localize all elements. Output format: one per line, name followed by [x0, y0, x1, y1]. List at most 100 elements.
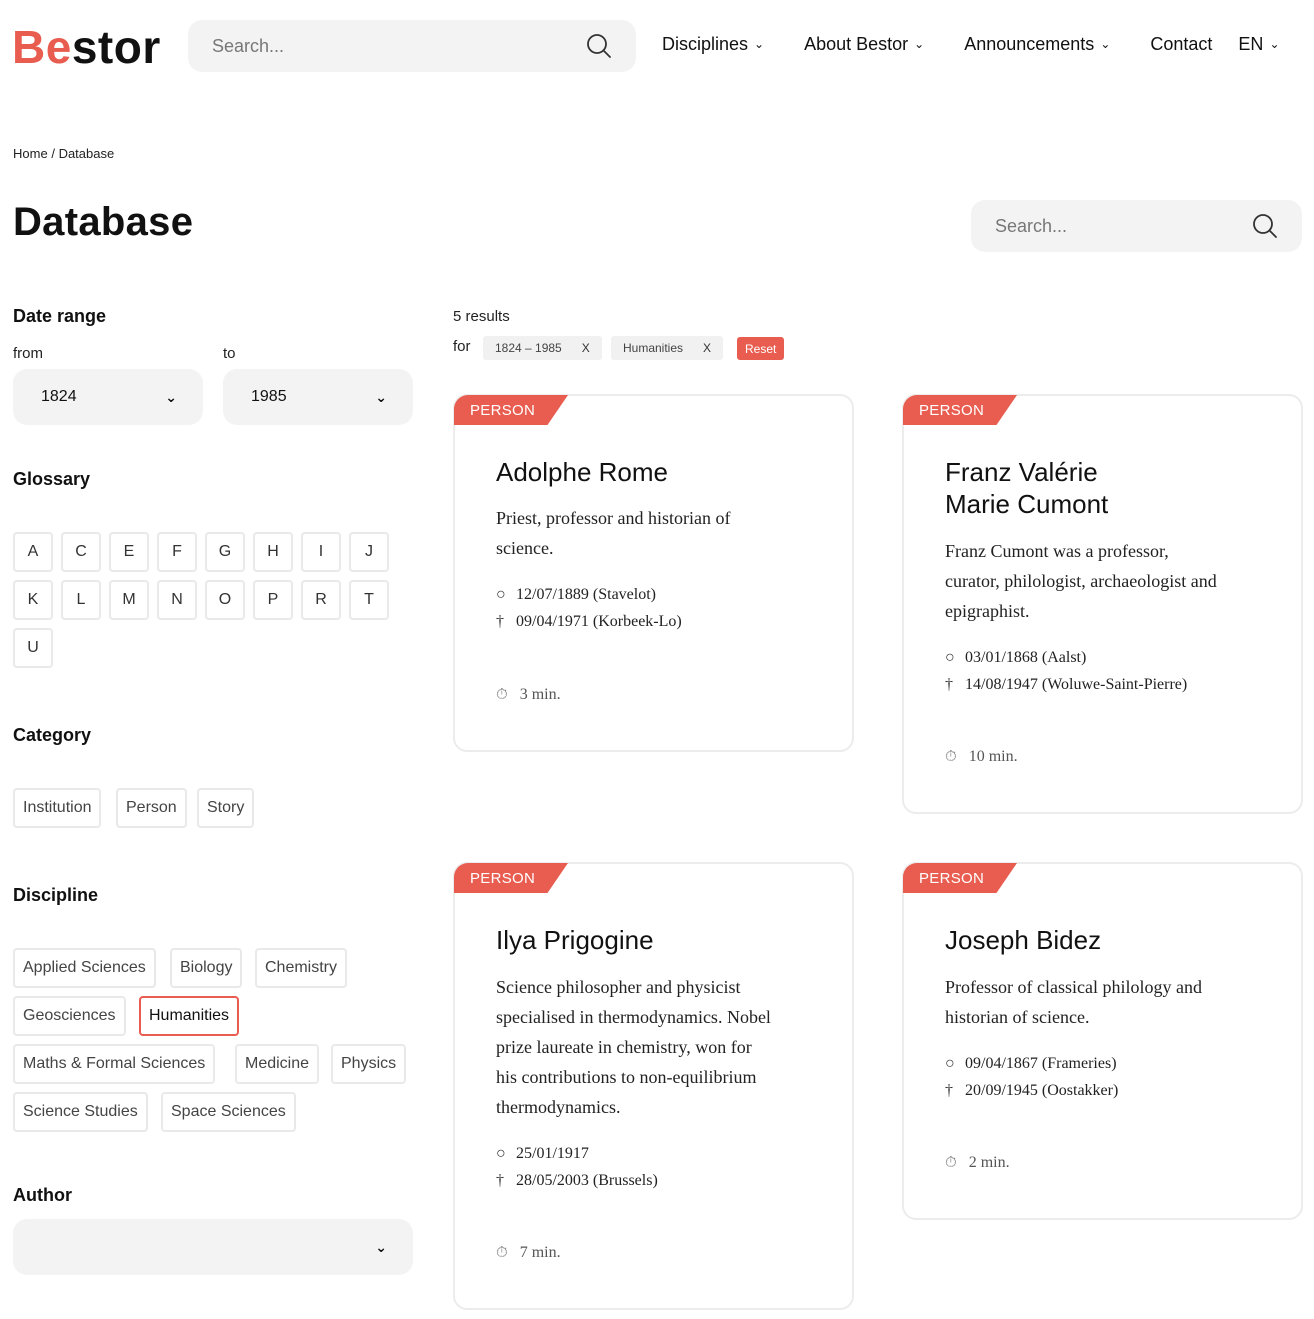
card-read-time: ⏱ 10 min.	[945, 748, 1018, 766]
stopwatch-icon: ⏱	[945, 1155, 957, 1171]
chevron-down-icon: ⌄	[754, 36, 765, 51]
chevron-down-icon: ⌄	[1100, 36, 1111, 51]
nav-disciplines[interactable]: Disciplines ⌄	[662, 34, 764, 55]
birth-date: 09/04/1867 (Frameries)	[965, 1055, 1117, 1072]
main-nav: Disciplines ⌄ About Bestor ⌄ Announcements…	[662, 34, 1280, 55]
card-life-dates: ○ 25/01/1917 † 28/05/2003 (Brussels)	[496, 1140, 658, 1194]
card-title[interactable]: Ilya Prigogine	[496, 924, 654, 956]
discipline-chip-physics[interactable]: Physics	[331, 1044, 407, 1084]
reset-filters-button[interactable]: Reset	[737, 337, 785, 360]
breadcrumb-current: Database	[58, 146, 115, 161]
result-card-joseph-bidez[interactable]: PERSON Joseph Bidez Professor of classic…	[902, 862, 1303, 1220]
discipline-chip-maths-formal-sciences[interactable]: Maths & Formal Sciences	[13, 1044, 216, 1084]
glossary-letter[interactable]: C	[61, 532, 101, 572]
card-description-line: curator, philologist, archaeologist and	[945, 571, 1217, 591]
discipline-chip-applied-sciences[interactable]: Applied Sciences	[13, 948, 156, 988]
active-filter-discipline-label: Humanities	[623, 341, 684, 355]
glossary-letter[interactable]: N	[157, 580, 197, 620]
language-selector[interactable]: EN ⌄	[1238, 34, 1279, 55]
card-type-badge: PERSON	[454, 863, 568, 893]
death-icon: †	[496, 613, 504, 630]
glossary-letter[interactable]: P	[253, 580, 293, 620]
header-search-input[interactable]	[212, 35, 586, 57]
glossary-letter[interactable]: F	[157, 532, 197, 572]
card-description: Priest, professor and historian of scien…	[496, 503, 730, 563]
bestor-logo[interactable]: Bestor	[12, 22, 161, 72]
discipline-chip-space-sciences[interactable]: Space Sciences	[161, 1092, 296, 1132]
category-chip-institution[interactable]: Institution	[13, 788, 102, 828]
active-filter-discipline: Humanities X	[611, 336, 724, 360]
search-icon[interactable]	[1252, 213, 1278, 239]
category-title: Category	[13, 725, 92, 745]
read-time-value: 2 min.	[968, 1154, 1010, 1171]
card-type-badge: PERSON	[903, 395, 1017, 425]
death-date: 14/08/1947 (Woluwe-Saint-Pierre)	[965, 676, 1188, 693]
glossary-letter[interactable]: J	[349, 532, 389, 572]
glossary-letter[interactable]: E	[109, 532, 149, 572]
card-description-line: Science philosopher and physicist	[496, 977, 741, 997]
card-description: Professor of classical philology and his…	[945, 972, 1202, 1032]
read-time-value: 3 min.	[519, 686, 561, 703]
chevron-down-icon: ⌄	[165, 388, 177, 405]
header-search	[188, 20, 636, 72]
page-title: Database	[13, 200, 194, 244]
stopwatch-icon: ⏱	[945, 749, 957, 765]
discipline-chip-chemistry[interactable]: Chemistry	[255, 948, 348, 988]
card-description-line: science.	[496, 538, 554, 558]
from-year-select[interactable]: 1824 ⌄	[13, 369, 203, 425]
glossary-letter[interactable]: G	[205, 532, 245, 572]
glossary-letter[interactable]: O	[205, 580, 245, 620]
glossary-letter[interactable]: M	[109, 580, 149, 620]
author-select[interactable]: ⌄	[13, 1219, 413, 1275]
breadcrumb-home[interactable]: Home	[13, 146, 48, 161]
glossary-letter[interactable]: R	[301, 580, 341, 620]
results-count: 5 results	[453, 308, 510, 325]
result-card-franz-cumont[interactable]: PERSON Franz Valérie Marie Cumont Franz …	[902, 394, 1303, 814]
nav-disciplines-label: Disciplines	[662, 34, 749, 54]
stopwatch-icon: ⏱	[496, 1245, 508, 1261]
card-title[interactable]: Adolphe Rome	[496, 456, 668, 488]
result-card-adolphe-rome[interactable]: PERSON Adolphe Rome Priest, professor an…	[453, 394, 854, 752]
birth-icon: ○	[945, 649, 955, 666]
nav-announcements[interactable]: Announcements ⌄	[964, 34, 1110, 55]
chevron-down-icon: ⌄	[1269, 36, 1280, 51]
breadcrumb: Home / Database	[13, 146, 114, 161]
card-type-badge: PERSON	[903, 863, 1017, 893]
discipline-chip-geosciences[interactable]: Geosciences	[13, 996, 126, 1036]
database-search-input[interactable]	[995, 215, 1252, 237]
glossary-letter[interactable]: K	[13, 580, 53, 620]
card-read-time: ⏱ 3 min.	[496, 686, 561, 704]
glossary-letter[interactable]: H	[253, 532, 293, 572]
card-read-time: ⏱ 7 min.	[496, 1244, 561, 1262]
logo-rest: stor	[71, 21, 161, 73]
nav-about[interactable]: About Bestor ⌄	[804, 34, 924, 55]
discipline-chip-humanities[interactable]: Humanities	[139, 996, 240, 1036]
category-chip-person[interactable]: Person	[116, 788, 187, 828]
card-life-dates: ○ 12/07/1889 (Stavelot) † 09/04/1971 (Korb…	[496, 581, 682, 635]
card-description-line: his contributions to non-equilibrium	[496, 1067, 757, 1087]
to-year-select[interactable]: 1985 ⌄	[223, 369, 413, 425]
nav-contact[interactable]: Contact	[1150, 34, 1212, 55]
glossary-letter[interactable]: U	[13, 628, 53, 668]
chevron-down-icon: ⌄	[375, 1238, 387, 1255]
language-label: EN	[1238, 34, 1264, 54]
remove-filter-button[interactable]: X	[582, 341, 590, 355]
card-title[interactable]: Franz Valérie Marie Cumont	[945, 456, 1108, 520]
discipline-chip-biology[interactable]: Biology	[170, 948, 243, 988]
result-card-ilya-prigogine[interactable]: PERSON Ilya Prigogine Science philosophe…	[453, 862, 854, 1310]
card-title[interactable]: Joseph Bidez	[945, 924, 1101, 956]
glossary-letter[interactable]: A	[13, 532, 53, 572]
discipline-chip-science-studies[interactable]: Science Studies	[13, 1092, 148, 1132]
discipline-chip-medicine[interactable]: Medicine	[235, 1044, 320, 1084]
glossary-letter[interactable]: L	[61, 580, 101, 620]
card-title-line: Ilya Prigogine	[496, 925, 654, 955]
card-title-line: Adolphe Rome	[496, 457, 668, 487]
card-life-dates: ○ 03/01/1868 (Aalst) † 14/08/1947 (Woluwe-…	[945, 644, 1187, 698]
birth-icon: ○	[945, 1055, 955, 1072]
search-icon[interactable]	[586, 33, 612, 59]
category-chip-story[interactable]: Story	[197, 788, 255, 828]
glossary-letter[interactable]: T	[349, 580, 389, 620]
remove-filter-button[interactable]: X	[703, 341, 711, 355]
glossary-letter[interactable]: I	[301, 532, 341, 572]
card-type-badge: PERSON	[454, 395, 568, 425]
